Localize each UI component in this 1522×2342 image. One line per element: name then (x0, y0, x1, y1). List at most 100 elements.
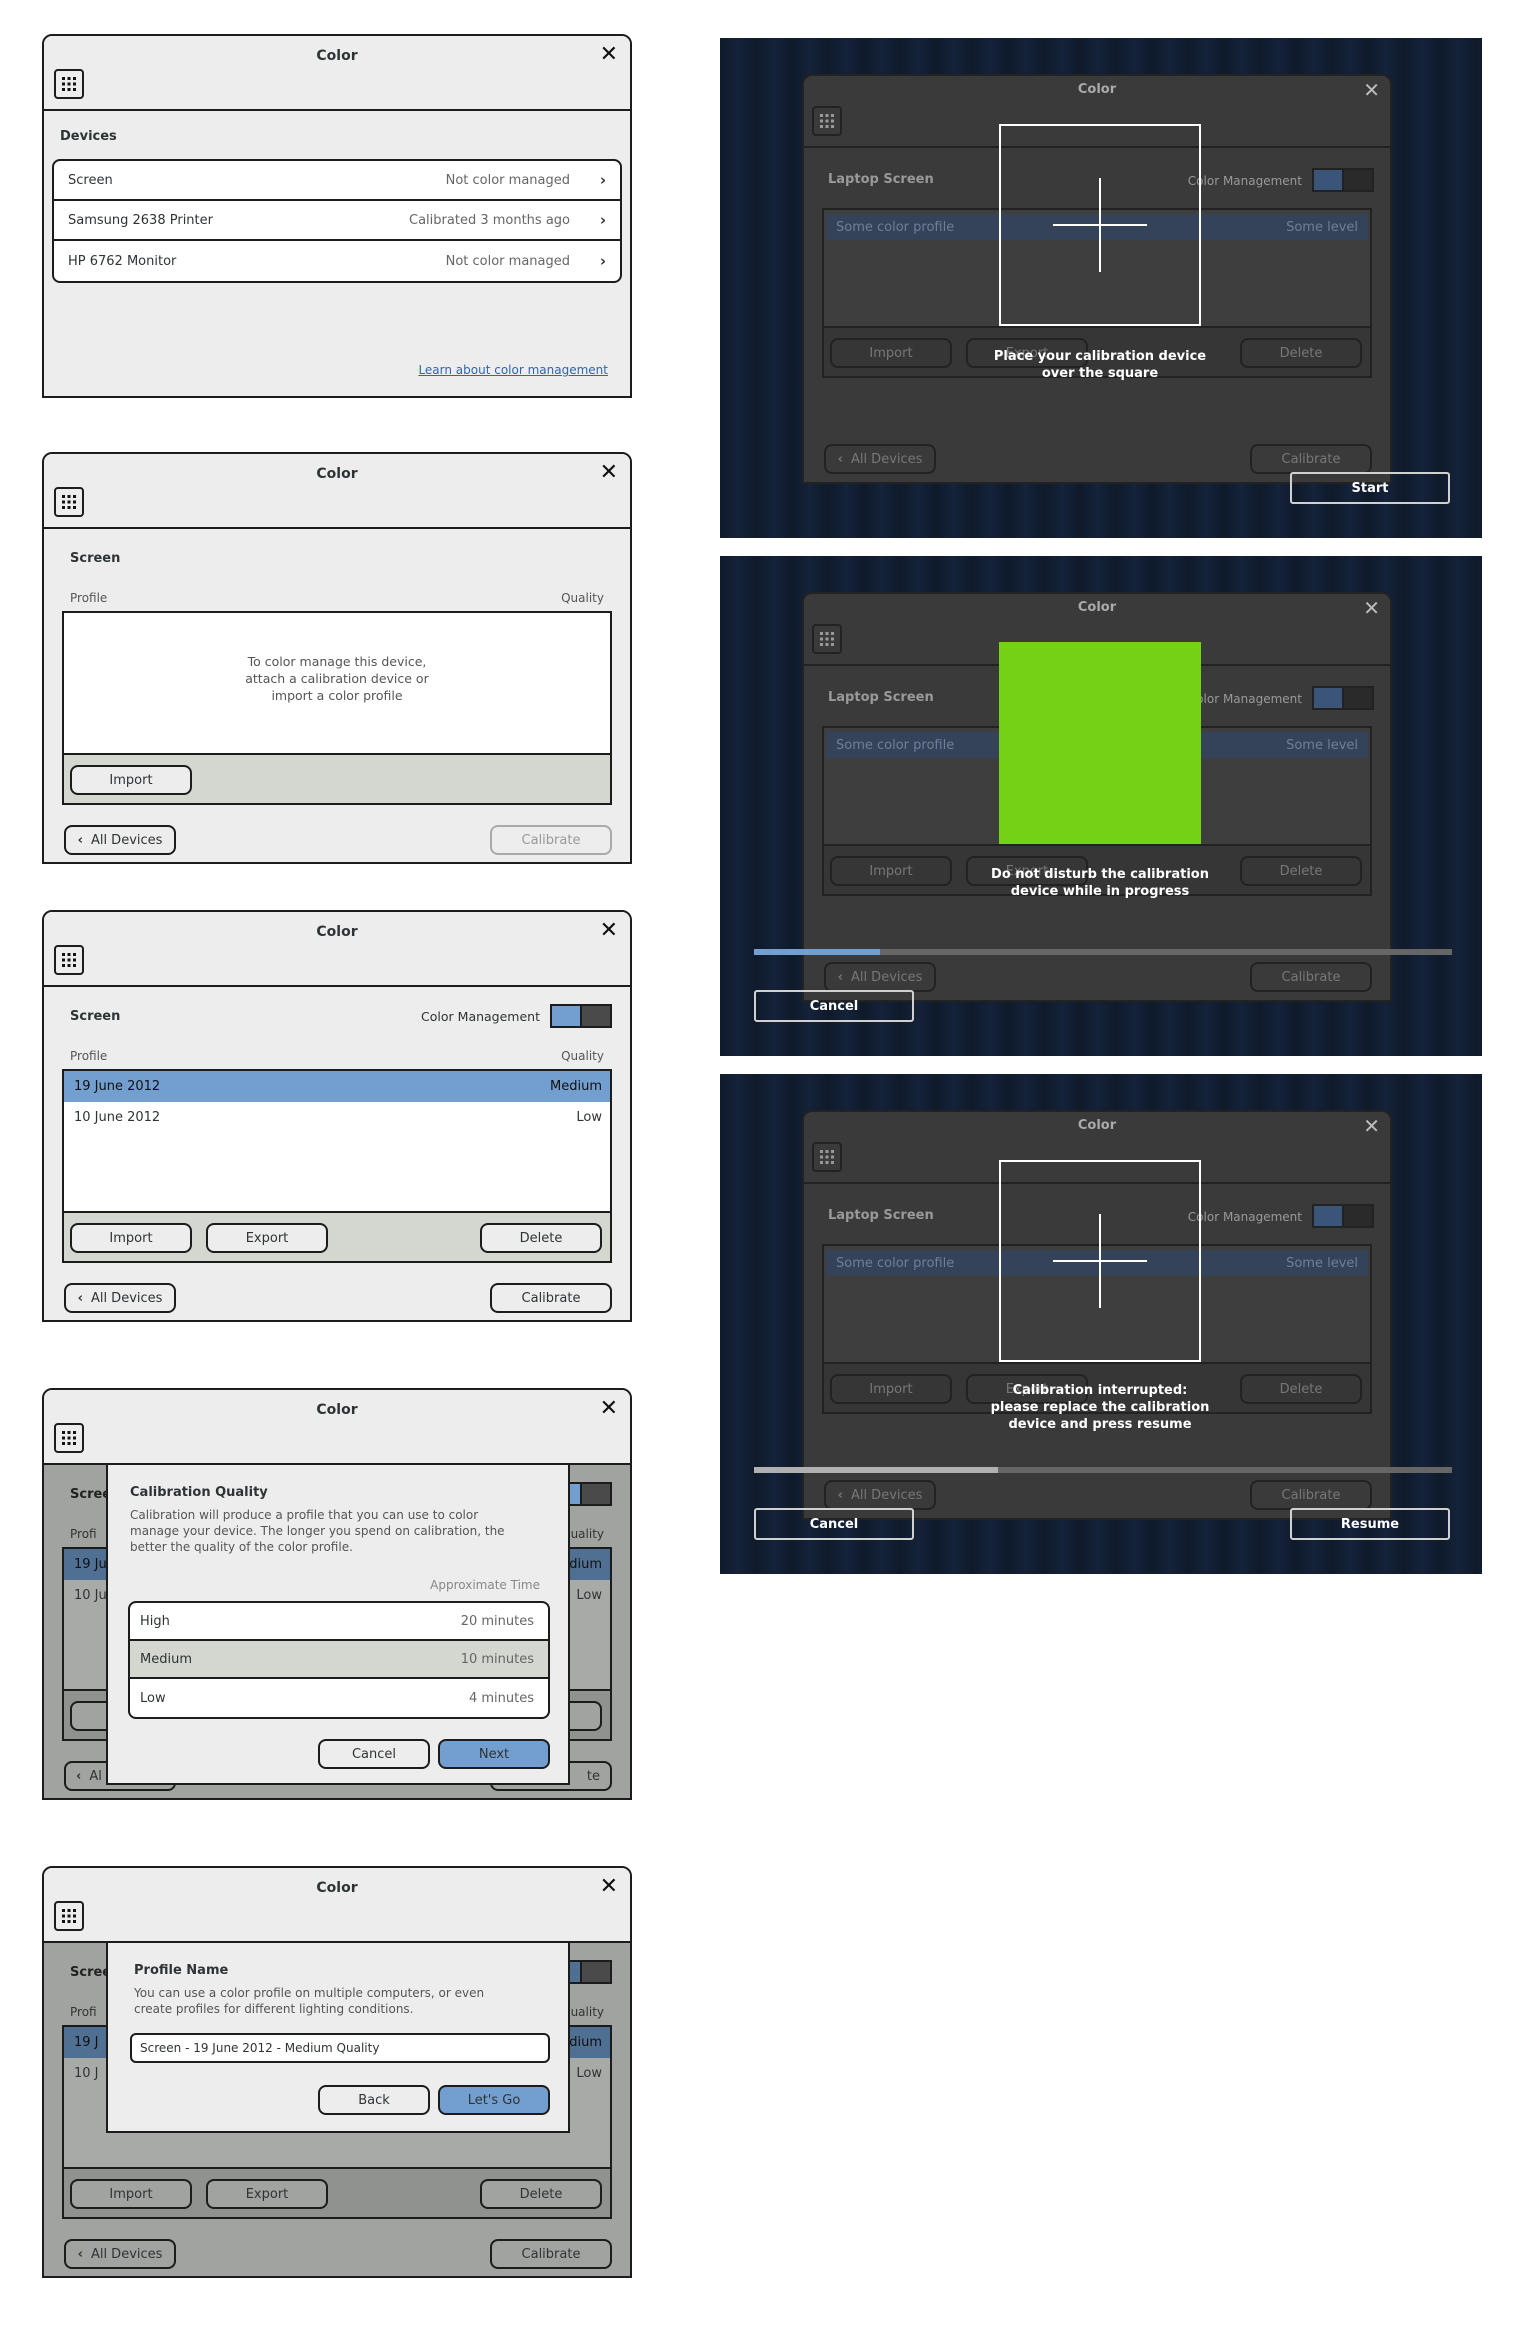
import-button[interactable]: Import (70, 1223, 192, 1253)
app-grid-icon[interactable] (54, 1423, 84, 1453)
close-icon: ✕ (1363, 596, 1380, 620)
app-grid-icon[interactable] (54, 945, 84, 975)
color-management-toggle[interactable] (550, 1004, 612, 1028)
cancel-button[interactable]: Cancel (754, 990, 914, 1022)
chevron-left-icon: ‹ (837, 451, 843, 467)
app-grid-icon[interactable] (54, 487, 84, 517)
window-title: Color (1077, 82, 1117, 97)
resume-button[interactable]: Resume (1290, 1508, 1450, 1540)
back-button[interactable]: Back (318, 2085, 430, 2115)
option-label: Medium (140, 1651, 192, 1667)
color-management-toggle (1312, 168, 1374, 192)
dialog-description: You can use a color profile on multiple … (134, 1985, 554, 2017)
profile-quality: Some level (1286, 1255, 1358, 1271)
title-bar: Color ✕ (44, 1868, 630, 1943)
color-window-screen-profiles: Color ✕ Screen Color Management Profile … (42, 910, 632, 1322)
close-icon: ✕ (1363, 78, 1380, 102)
all-devices-button: ‹ All Devices (64, 2239, 176, 2269)
quality-column-label: Quality (561, 1049, 604, 1063)
quality-option-high[interactable]: High 20 minutes (130, 1603, 548, 1641)
app-grid-icon[interactable] (54, 1901, 84, 1931)
profile-row-selected[interactable]: 19 June 2012 Medium (64, 1071, 610, 1102)
device-status: Not color managed (445, 253, 570, 269)
instruction-line: over the square (1041, 366, 1159, 381)
close-icon[interactable]: ✕ (600, 1396, 618, 1421)
profile-name: 10 J (74, 2066, 99, 2081)
close-icon[interactable]: ✕ (600, 460, 618, 485)
instruction-line: device and press resume (1008, 1417, 1192, 1432)
device-row-printer[interactable]: Samsung 2638 Printer Calibrated 3 months… (54, 201, 620, 241)
all-devices-label: All Devices (850, 451, 923, 467)
dialog-title: Profile Name (134, 1963, 229, 1978)
profile-name-input[interactable]: Screen - 19 June 2012 - Medium Quality (130, 2033, 550, 2063)
all-devices-button[interactable]: ‹ All Devices (64, 1283, 176, 1313)
all-devices-label: All Devices (90, 1290, 163, 1306)
color-management-toggle (1312, 686, 1374, 710)
option-time: 20 minutes (460, 1613, 534, 1629)
title-bar: Color ✕ (44, 1390, 630, 1465)
calibrate-button: Calibrate (490, 2239, 612, 2269)
window-title: Color (316, 48, 358, 64)
lets-go-button[interactable]: Let's Go (438, 2085, 550, 2115)
export-button: Export (206, 2179, 328, 2209)
profile-list: To color manage this device, attach a ca… (62, 611, 612, 805)
next-button[interactable]: Next (438, 1739, 550, 1769)
calibration-screen-interrupted: Color ✕ Laptop Screen Color Management S… (720, 1074, 1482, 1574)
chevron-right-icon: › (599, 171, 606, 189)
color-management-label: Color Management (421, 1009, 540, 1024)
calibration-target-square (999, 1160, 1201, 1362)
calibrate-button: Calibrate (1250, 1480, 1372, 1510)
delete-button[interactable]: Delete (480, 1223, 602, 1253)
close-icon[interactable]: ✕ (600, 1874, 618, 1899)
close-icon[interactable]: ✕ (600, 42, 618, 67)
color-window-devices: Color ✕ Devices Screen Not color managed… (42, 34, 632, 398)
background-content: Scree Profi uality 19 J edium 10 J Low I… (44, 1941, 630, 2276)
chevron-left-icon: ‹ (837, 1487, 843, 1503)
window-title: Color (316, 1402, 358, 1418)
window-title: Color (316, 466, 358, 482)
device-row-monitor[interactable]: HP 6762 Monitor Not color managed › (54, 241, 620, 281)
calibrate-button[interactable]: Calibrate (490, 825, 612, 855)
option-time: 10 minutes (460, 1651, 534, 1667)
chevron-left-icon: ‹ (77, 2246, 83, 2262)
app-grid-icon[interactable] (54, 69, 84, 99)
dialog-text-line: Calibration will produce a profile that … (130, 1508, 479, 1522)
calibration-color-patch (999, 642, 1201, 844)
all-devices-button[interactable]: ‹ All Devices (64, 825, 176, 855)
export-button[interactable]: Export (206, 1223, 328, 1253)
cancel-button[interactable]: Cancel (318, 1739, 430, 1769)
import-button[interactable]: Import (70, 765, 192, 795)
profile-name: Some color profile (836, 1255, 955, 1271)
all-devices-label: All Devices (90, 2246, 163, 2262)
quality-option-low[interactable]: Low 4 minutes (130, 1679, 548, 1717)
device-row-screen[interactable]: Screen Not color managed › (54, 161, 620, 201)
calibration-quality-dialog: Calibration Quality Calibration will pro… (106, 1463, 570, 1785)
device-heading: Screen (70, 551, 121, 566)
empty-message: To color manage this device, attach a ca… (64, 653, 610, 704)
option-label: Low (140, 1690, 166, 1706)
device-status: Calibrated 3 months ago (409, 212, 570, 228)
empty-message-line: attach a calibration device or (245, 671, 429, 686)
close-icon[interactable]: ✕ (600, 918, 618, 943)
option-label: High (140, 1613, 170, 1629)
progress-fill (754, 1467, 999, 1473)
device-status: Not color managed (445, 172, 570, 188)
app-grid-icon (812, 1142, 842, 1172)
app-grid-icon (812, 624, 842, 654)
profile-row[interactable]: 10 June 2012 Low (64, 1102, 610, 1133)
start-button[interactable]: Start (1290, 472, 1450, 504)
calibrate-button[interactable]: Calibrate (490, 1283, 612, 1313)
profile-name: 10 June 2012 (74, 1110, 161, 1125)
instruction-line: Calibration interrupted: (1012, 1383, 1188, 1398)
learn-more-link[interactable]: Learn about color management (418, 363, 608, 377)
quality-option-medium[interactable]: Medium 10 minutes (130, 1641, 548, 1679)
device-heading: Laptop Screen (828, 172, 934, 187)
title-bar: Color ✕ (44, 36, 630, 111)
profile-column-label: Profile (70, 591, 108, 605)
profile-quality: Some level (1286, 219, 1358, 235)
profile-list: 19 June 2012 Medium 10 June 2012 Low Imp… (62, 1069, 612, 1263)
cancel-button[interactable]: Cancel (754, 1508, 914, 1540)
all-devices-label: All Devices (850, 969, 923, 985)
color-management-label: Color Management (1187, 174, 1302, 188)
chevron-left-icon: ‹ (837, 969, 843, 985)
